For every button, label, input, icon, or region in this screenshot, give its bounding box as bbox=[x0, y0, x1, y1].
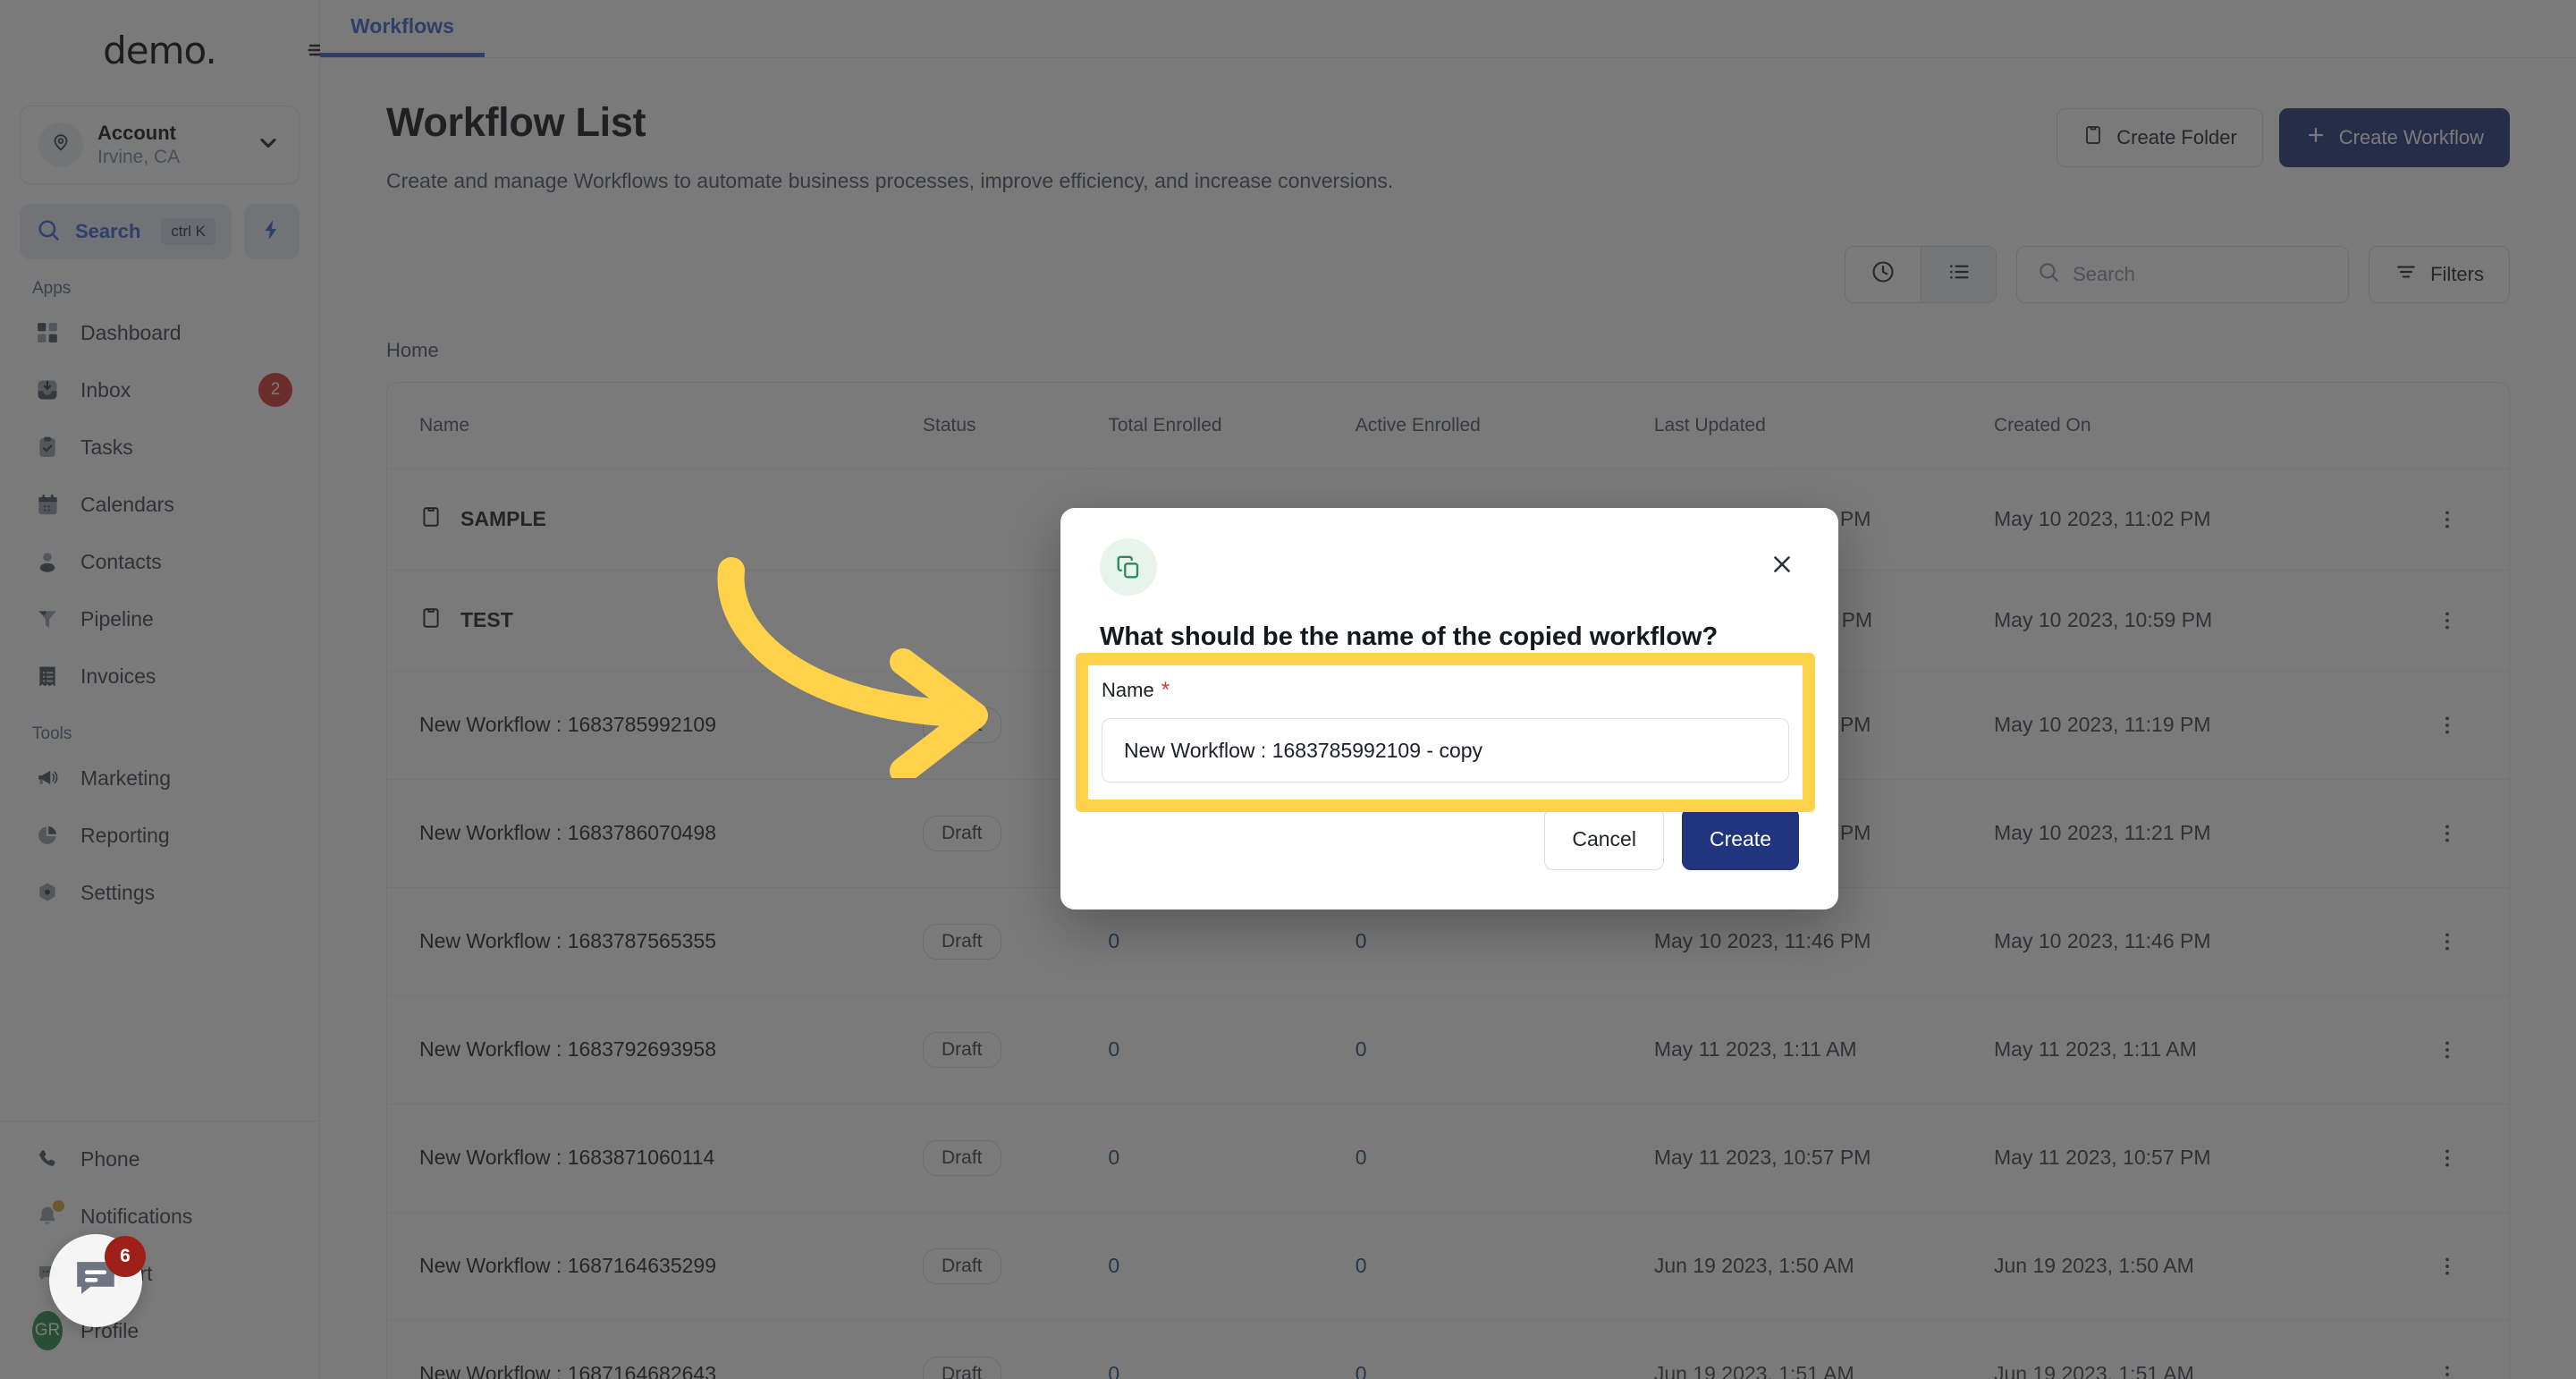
close-icon[interactable] bbox=[1761, 544, 1803, 585]
cancel-button[interactable]: Cancel bbox=[1544, 808, 1664, 870]
create-label: Create bbox=[1709, 826, 1771, 850]
name-field-label-highlighted: Name * bbox=[1102, 679, 1789, 702]
copy-duplicate-icon bbox=[1100, 538, 1157, 596]
app-root: demo. Account Irvine, CA bbox=[0, 0, 2576, 1379]
dialog-footer: Cancel Create bbox=[1060, 772, 1838, 909]
name-input-highlighted[interactable] bbox=[1124, 738, 1767, 763]
chat-widget-button[interactable]: 6 bbox=[49, 1234, 146, 1327]
name-input-wrap-highlighted[interactable] bbox=[1102, 718, 1789, 783]
create-button[interactable]: Create bbox=[1681, 808, 1799, 870]
name-label-text: Name bbox=[1102, 679, 1154, 701]
annotation-highlight-content: Name * bbox=[1102, 679, 1789, 786]
required-marker: * bbox=[1161, 678, 1170, 702]
dialog-header bbox=[1060, 508, 1838, 596]
chat-unread-badge: 6 bbox=[105, 1236, 146, 1277]
dialog-title: What should be the name of the copied wo… bbox=[1100, 622, 1719, 651]
cancel-label: Cancel bbox=[1572, 826, 1636, 850]
